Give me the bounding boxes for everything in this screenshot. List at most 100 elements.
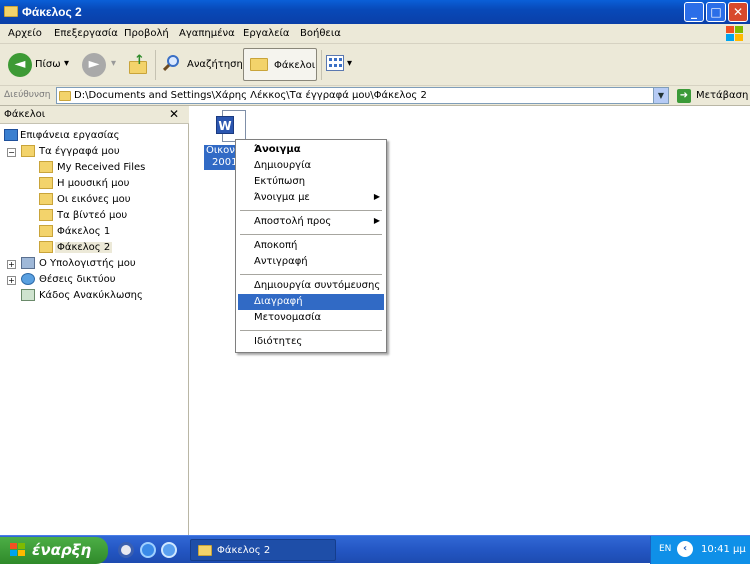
address-label: Διεύθυνση xyxy=(4,90,51,100)
menu-separator xyxy=(240,234,382,235)
menu-separator xyxy=(240,330,382,331)
folder-icon xyxy=(39,161,53,173)
menu-item-properties[interactable]: Ιδιότητες xyxy=(238,334,384,350)
tree-item-my-videos[interactable]: Τα βίντεό μου xyxy=(0,208,189,224)
menu-item-copy[interactable]: Αντιγραφή xyxy=(238,254,384,270)
menu-item-send-to[interactable]: Αποστολή προς ▶ xyxy=(238,214,384,230)
tree-item-received-files[interactable]: My Received Files xyxy=(0,160,189,176)
address-dropdown-icon[interactable]: ▼ xyxy=(653,88,668,103)
file-name-line-2: 2001.d xyxy=(212,157,236,168)
menu-separator xyxy=(240,210,382,211)
menu-item-rename[interactable]: Μετονομασία xyxy=(238,310,384,326)
file-name-line-1: Οικονο xyxy=(206,145,236,156)
search-icon[interactable] xyxy=(162,54,182,74)
file-name-label[interactable]: Οικονο 2001.d xyxy=(204,145,236,170)
open-folder-icon xyxy=(39,241,53,253)
tree-item-my-music[interactable]: Η μουσική μου xyxy=(0,176,189,192)
views-icon[interactable] xyxy=(326,55,344,71)
toolbar: ◄ Πίσω ▾ ► ▾ ↑ Αναζήτηση Φάκελοι ▾ xyxy=(0,44,750,86)
context-menu: Άνοιγμα Δημιουργία Εκτύπωση Άνοιγμα με ▶ … xyxy=(235,139,387,353)
menu-favorites[interactable]: Αγαπημένα xyxy=(179,28,235,39)
tree-item-folder-1[interactable]: Φάκελος 1 xyxy=(0,224,189,240)
address-path: D:\Documents and Settings\Χάρης Λέκκος\Τ… xyxy=(74,90,427,101)
menu-view[interactable]: Προβολή xyxy=(124,28,169,39)
menu-separator xyxy=(240,274,382,275)
menu-help[interactable]: Βοήθεια xyxy=(300,28,341,39)
tree-item-desktop[interactable]: Επιφάνεια εργασίας xyxy=(0,128,189,144)
folder-icon xyxy=(4,6,18,17)
views-dropdown-icon[interactable]: ▾ xyxy=(347,58,352,69)
videos-folder-icon xyxy=(39,209,53,221)
folder-icon xyxy=(39,225,53,237)
back-dropdown-icon[interactable]: ▾ xyxy=(64,58,69,69)
menu-item-print[interactable]: Εκτύπωση xyxy=(238,174,384,190)
folders-button[interactable]: Φάκελοι xyxy=(243,48,317,81)
menu-item-delete[interactable]: Διαγραφή xyxy=(238,294,384,310)
tree-label-my-videos: Τα βίντεό μου xyxy=(57,210,128,221)
maximize-button[interactable]: □ xyxy=(706,2,726,22)
computer-icon xyxy=(21,257,35,269)
tree-label-my-documents: Τα έγγραφά μου xyxy=(39,146,120,157)
windows-logo-icon xyxy=(726,26,744,42)
outlook-express-icon[interactable] xyxy=(161,542,177,558)
menu-tools[interactable]: Εργαλεία xyxy=(243,28,289,39)
back-arrow-icon[interactable]: ◄ xyxy=(8,53,32,77)
pictures-folder-icon xyxy=(39,193,53,205)
tree-item-my-documents[interactable]: Τα έγγραφά μου xyxy=(0,144,189,160)
go-button-label[interactable]: Μετάβαση xyxy=(696,90,748,101)
folders-pane-header: Φάκελοι ✕ xyxy=(0,106,189,124)
menu-item-new[interactable]: Δημιουργία xyxy=(238,158,384,174)
minimize-button[interactable]: _ xyxy=(684,2,704,22)
folders-pane-title: Φάκελοι xyxy=(4,109,46,120)
menu-item-open-with[interactable]: Άνοιγμα με ▶ xyxy=(238,190,384,206)
desktop-icon xyxy=(4,129,18,141)
go-arrow-icon[interactable]: ➜ xyxy=(677,89,691,103)
tree-item-recycle-bin[interactable]: Κάδος Ανακύκλωσης xyxy=(0,288,189,304)
tree-label-folder-2: Φάκελος 2 xyxy=(55,242,113,253)
submenu-arrow-icon: ▶ xyxy=(373,216,380,225)
address-bar: Διεύθυνση D:\Documents and Settings\Χάρη… xyxy=(0,86,750,106)
tree-label-network: Θέσεις δικτύου xyxy=(39,274,116,285)
address-folder-icon xyxy=(59,91,71,101)
tree-label-my-pictures: Οι εικόνες μου xyxy=(57,194,131,205)
submenu-arrow-icon: ▶ xyxy=(373,192,380,201)
close-button[interactable]: ✕ xyxy=(728,2,748,22)
tree-label-desktop: Επιφάνεια εργασίας xyxy=(20,130,120,141)
tree-label-received-files: My Received Files xyxy=(57,162,146,173)
up-folder-icon[interactable]: ↑ xyxy=(127,53,149,75)
tree-label-folder-1: Φάκελος 1 xyxy=(57,226,111,237)
media-player-icon[interactable] xyxy=(118,542,134,558)
taskbar: έναρξη Φάκελος 2 EN ‹ 10:41 μμ xyxy=(0,535,750,564)
network-icon xyxy=(21,273,35,285)
tree-item-folder-2[interactable]: Φάκελος 2 xyxy=(0,240,189,256)
folders-icon xyxy=(250,58,268,71)
clock[interactable]: 10:41 μμ xyxy=(701,544,746,555)
forward-arrow-icon[interactable]: ► xyxy=(82,53,106,77)
folders-button-label: Φάκελοι xyxy=(274,60,316,71)
internet-explorer-icon[interactable] xyxy=(140,542,156,558)
back-button-label[interactable]: Πίσω xyxy=(35,59,61,70)
menu-item-create-shortcut[interactable]: Δημιουργία συντόμευσης xyxy=(238,278,384,294)
music-folder-icon xyxy=(39,177,53,189)
menu-item-cut[interactable]: Αποκοπή xyxy=(238,238,384,254)
system-tray: EN ‹ 10:41 μμ xyxy=(650,536,750,564)
taskbar-item-folder-2[interactable]: Φάκελος 2 xyxy=(190,539,336,561)
pane-close-icon[interactable]: ✕ xyxy=(169,107,179,121)
recycle-bin-icon xyxy=(21,289,35,301)
tree-item-my-computer[interactable]: Ο Υπολογιστής μου xyxy=(0,256,189,272)
menu-file[interactable]: Αρχείο xyxy=(8,28,42,39)
tree-label-my-music: Η μουσική μου xyxy=(57,178,130,189)
forward-dropdown-icon[interactable]: ▾ xyxy=(111,58,116,69)
window-title: Φάκελος 2 xyxy=(22,5,82,19)
language-indicator[interactable]: EN xyxy=(659,544,671,554)
start-button[interactable]: έναρξη xyxy=(0,537,108,564)
tree-item-network[interactable]: Θέσεις δικτύου xyxy=(0,272,189,288)
taskbar-item-label: Φάκελος 2 xyxy=(217,545,271,556)
menu-item-open[interactable]: Άνοιγμα xyxy=(238,142,384,158)
address-input[interactable]: D:\Documents and Settings\Χάρης Λέκκος\Τ… xyxy=(56,87,669,104)
menu-edit[interactable]: Επεξεργασία xyxy=(54,28,118,39)
tree-item-my-pictures[interactable]: Οι εικόνες μου xyxy=(0,192,189,208)
search-button-label[interactable]: Αναζήτηση xyxy=(187,59,243,70)
show-hidden-icons-icon[interactable]: ‹ xyxy=(677,541,693,557)
title-bar[interactable]: Φάκελος 2 _ □ ✕ xyxy=(0,0,750,24)
